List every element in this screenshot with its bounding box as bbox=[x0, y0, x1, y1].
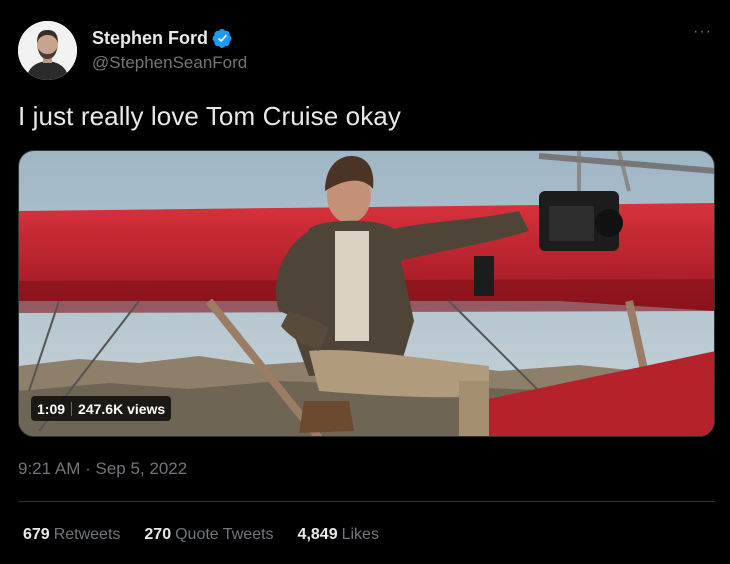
tweet-date: Sep 5, 2022 bbox=[95, 459, 188, 478]
author-display-name[interactable]: Stephen Ford bbox=[92, 28, 208, 49]
tweet-time-link[interactable]: 9:21 AM · Sep 5, 2022 bbox=[18, 459, 187, 478]
author-handle[interactable]: @StephenSeanFord bbox=[92, 53, 247, 73]
timestamp-separator: · bbox=[85, 459, 91, 478]
retweets-label: Retweets bbox=[53, 526, 121, 543]
video-view-count: 247.6K views bbox=[78, 400, 166, 417]
tweet-stats: 679 Retweets 270 Quote Tweets 4,849 Likes bbox=[23, 526, 403, 544]
likes-count: 4,849 bbox=[297, 526, 338, 543]
video-duration: 1:09 bbox=[37, 400, 66, 417]
verified-badge-icon bbox=[212, 28, 233, 49]
avatar[interactable] bbox=[18, 21, 77, 80]
video-thumbnail bbox=[19, 151, 714, 436]
tweet: Stephen Ford @StephenSeanFord ··· I just… bbox=[0, 0, 730, 564]
badge-divider bbox=[71, 401, 73, 416]
divider bbox=[18, 501, 715, 502]
video-info-badge: 1:09 247.6K views bbox=[31, 396, 172, 421]
video-player[interactable] bbox=[18, 150, 715, 437]
tweet-timestamp: 9:21 AM · Sep 5, 2022 bbox=[18, 459, 187, 479]
retweets-stat[interactable]: 679 Retweets bbox=[23, 526, 120, 544]
ellipsis-icon[interactable]: ··· bbox=[693, 23, 712, 41]
quote-tweets-count: 270 bbox=[144, 526, 172, 543]
tweet-time: 9:21 AM bbox=[18, 459, 81, 478]
quote-tweets-stat[interactable]: 270 Quote Tweets bbox=[144, 526, 273, 544]
author-name-row[interactable]: Stephen Ford bbox=[92, 27, 233, 49]
likes-label: Likes bbox=[341, 526, 379, 543]
tweet-text: I just really love Tom Cruise okay bbox=[18, 101, 401, 131]
likes-stat[interactable]: 4,849 Likes bbox=[298, 526, 379, 544]
quote-tweets-label: Quote Tweets bbox=[175, 526, 274, 543]
profile-photo-icon bbox=[18, 21, 77, 80]
retweets-count: 679 bbox=[23, 526, 50, 543]
